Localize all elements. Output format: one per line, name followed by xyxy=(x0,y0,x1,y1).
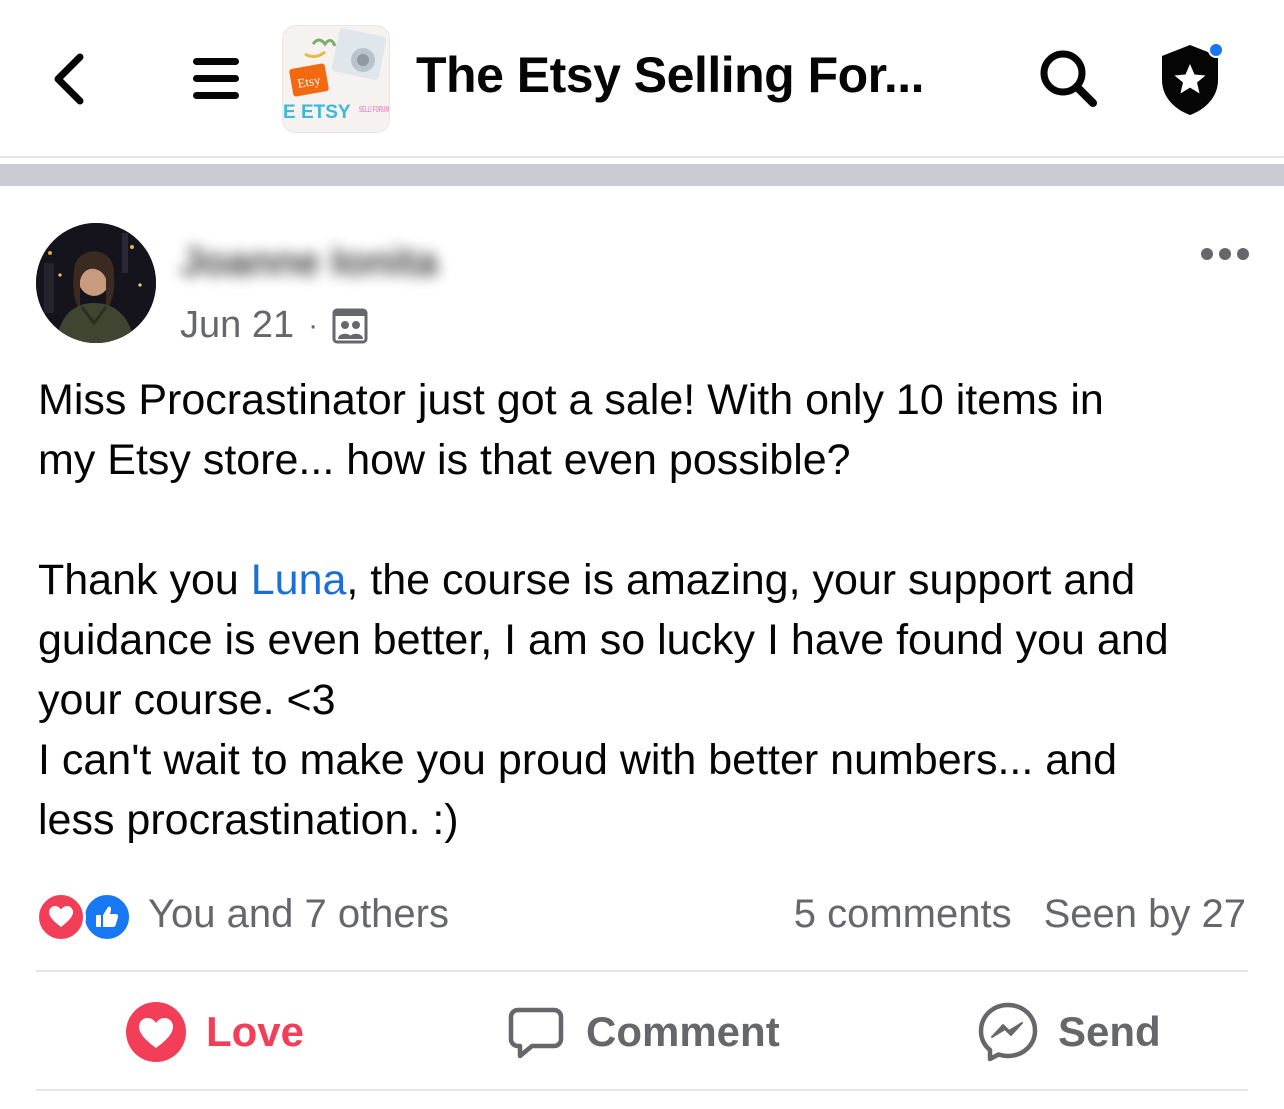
comments-count[interactable]: 5 comments xyxy=(794,892,1012,937)
comment-icon xyxy=(504,1000,568,1064)
post-body: Miss Procrastinator just got a sale! Wit… xyxy=(38,370,1258,850)
messenger-icon xyxy=(976,1000,1040,1064)
search-button[interactable] xyxy=(1030,40,1106,116)
send-label: Send xyxy=(1058,1008,1161,1055)
like-reaction-icon xyxy=(82,892,132,942)
thumb-banner-text: E ETSY xyxy=(283,102,351,123)
mention-link[interactable]: Luna xyxy=(251,556,347,604)
group-title[interactable]: The Etsy Selling For... xyxy=(416,46,925,104)
group-post: Joanne Ionita Jun 21 · Miss Procrastinat… xyxy=(0,186,1284,1109)
group-members-icon xyxy=(332,308,368,344)
notification-dot xyxy=(1208,42,1224,58)
post-text-fragment: Thank you xyxy=(38,556,251,604)
more-horizontal-icon xyxy=(1219,248,1231,260)
comment-label: Comment xyxy=(586,1008,780,1055)
post-text-fragment: , the course is amazing, your support an… xyxy=(346,556,1136,604)
comment-button[interactable]: Comment xyxy=(504,992,780,1072)
avatar-photo xyxy=(36,223,156,343)
group-cover-image: Etsy E ETSY SELLI FORUM xyxy=(283,26,389,132)
reaction-icons xyxy=(36,889,136,942)
reactions-text[interactable]: You and 7 others xyxy=(148,892,449,937)
post-date[interactable]: Jun 21 xyxy=(180,304,294,347)
top-app-bar: Etsy E ETSY SELLI FORUM The Etsy Selling… xyxy=(0,0,1284,158)
menu-button[interactable] xyxy=(184,44,248,114)
author-name[interactable]: Joanne Ionita xyxy=(180,240,438,285)
actions-divider xyxy=(36,970,1248,972)
post-text-line: less procrastination. :) xyxy=(38,796,459,844)
feed-separator xyxy=(0,164,1284,186)
love-reaction-icon xyxy=(124,1000,188,1064)
post-text-line: your course. <3 xyxy=(38,676,336,724)
post-stats: 5 comments Seen by 27 xyxy=(794,886,1246,942)
post-bottom-divider xyxy=(36,1089,1248,1091)
post-options-button[interactable] xyxy=(1190,236,1260,272)
send-button[interactable]: Send xyxy=(976,992,1161,1072)
back-button[interactable] xyxy=(40,44,100,114)
love-label: Love xyxy=(206,1008,305,1055)
love-reaction-icon xyxy=(36,892,86,942)
post-text-line: guidance is even better, I am so lucky I… xyxy=(38,616,1169,664)
author-avatar[interactable] xyxy=(36,223,156,343)
more-horizontal-icon xyxy=(1201,248,1213,260)
love-button[interactable]: Love xyxy=(124,992,304,1072)
search-icon xyxy=(1040,50,1097,107)
post-text-line: Thank you Luna, the course is amazing, y… xyxy=(38,550,1258,610)
meta-separator: · xyxy=(308,308,319,342)
post-text-line: Miss Procrastinator just got a sale! Wit… xyxy=(38,376,1104,424)
chevron-left-icon xyxy=(54,53,84,105)
post-text-line: I can't wait to make you proud with bett… xyxy=(38,736,1117,784)
hamburger-menu-icon xyxy=(193,58,239,99)
group-thumbnail[interactable]: Etsy E ETSY SELLI FORUM xyxy=(282,25,390,133)
more-horizontal-icon xyxy=(1237,248,1249,260)
thumb-side-text: SELLI FORUM xyxy=(359,105,389,114)
seen-by-count[interactable]: Seen by 27 xyxy=(1044,892,1246,937)
post-meta: Jun 21 · xyxy=(180,304,368,347)
reactions-summary[interactable]: You and 7 others xyxy=(36,886,449,942)
post-text-line: my Etsy store... how is that even possib… xyxy=(38,436,851,484)
